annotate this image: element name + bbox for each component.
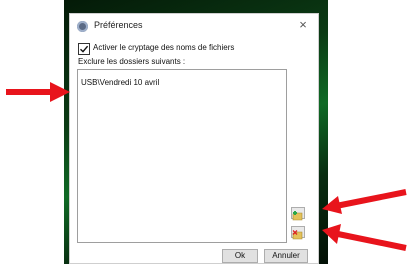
ok-button[interactable]: Ok — [222, 249, 258, 263]
dialog-titlebar: Préférences × — [70, 14, 318, 40]
exclude-folders-label: Exclure les dossiers suivants : — [78, 57, 186, 66]
app-icon — [77, 21, 88, 32]
cancel-button[interactable]: Annuler — [264, 249, 308, 263]
checkmark-icon — [80, 45, 89, 53]
arrow-annotation-remove — [322, 224, 407, 251]
folder-add-icon — [292, 211, 303, 221]
arrow-annotation-list — [6, 82, 70, 102]
preferences-dialog: Préférences × Activer le cryptage des no… — [69, 13, 319, 264]
list-item[interactable]: USB\Vendredi 10 avril — [81, 78, 159, 87]
excluded-folders-list[interactable]: USB\Vendredi 10 avril — [77, 69, 287, 243]
add-folder-button[interactable] — [291, 207, 305, 221]
arrow-annotation-add — [322, 189, 407, 214]
folder-remove-icon — [292, 230, 303, 240]
encrypt-checkbox[interactable] — [78, 43, 90, 55]
close-button[interactable]: × — [296, 17, 310, 33]
remove-folder-button[interactable] — [291, 226, 305, 240]
dialog-title: Préférences — [94, 20, 143, 30]
encrypt-checkbox-label[interactable]: Activer le cryptage des noms de fichiers — [93, 43, 234, 52]
